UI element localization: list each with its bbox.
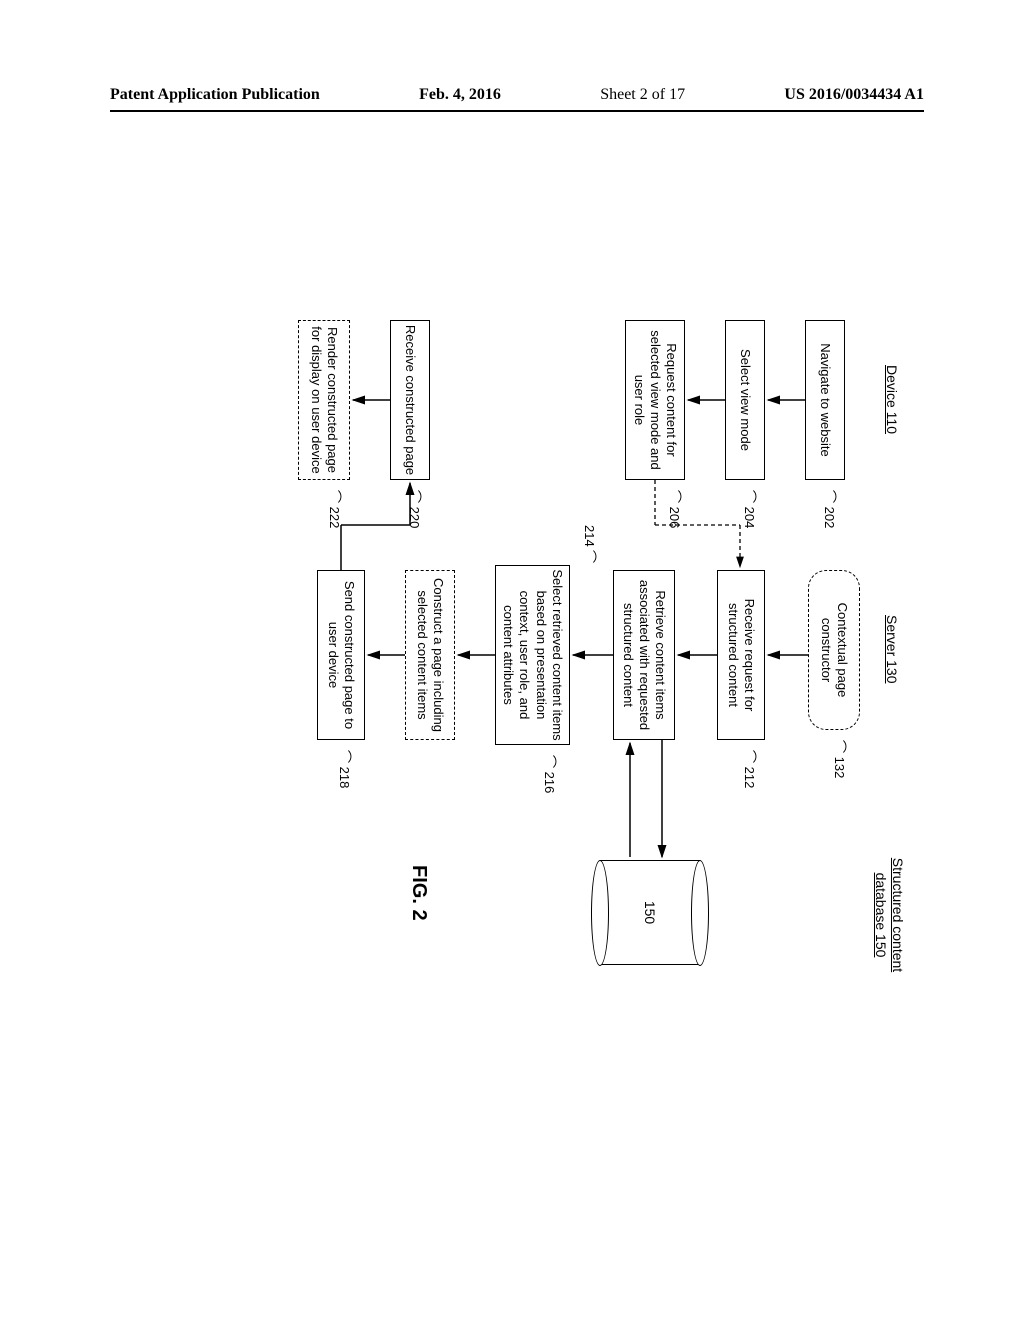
ref-214: 214 ⌒ — [581, 525, 600, 563]
lead-132: ⌒ — [832, 740, 847, 753]
contextual-page-constructor-box: Contextual page constructor — [808, 570, 860, 730]
request-content-label: Request content for selected view mode a… — [631, 324, 680, 476]
column-server-title: Server 130 — [884, 615, 900, 683]
send-page-label: Send constructed page to user device — [325, 574, 358, 736]
constructor-label: Contextual page constructor — [818, 574, 851, 726]
header-date: Feb. 4, 2016 — [419, 86, 501, 104]
receive-request-label: Receive request for structured content — [725, 574, 758, 736]
column-db-line2: database 150 — [873, 873, 889, 958]
construct-page-box: Construct a page including selected cont… — [405, 570, 455, 740]
ref-132-text: 132 — [832, 757, 847, 779]
navigate-label: Navigate to website — [817, 343, 833, 456]
retrieve-items-box: Retrieve content items associated with r… — [613, 570, 675, 740]
select-mode-box: Select view mode — [725, 320, 765, 480]
ref-222: ⌒ 222 — [326, 490, 345, 528]
ref-218: ⌒ 218 — [336, 750, 355, 788]
select-mode-label: Select view mode — [737, 349, 753, 451]
ref-202: ⌒ 202 — [821, 490, 840, 528]
receive-request-box: Receive request for structured content — [717, 570, 765, 740]
figure-diagram: Device 110 Server 130 Structured content… — [100, 300, 900, 1020]
ref-132: ⌒ 132 — [831, 740, 850, 778]
header-pubno: US 2016/0034434 A1 — [784, 86, 924, 104]
ref-212: ⌒ 212 — [741, 750, 760, 788]
column-db-line1: Structured content — [890, 858, 906, 972]
receive-page-box: Receive constructed page — [390, 320, 430, 480]
render-page-label: Render constructed page for display on u… — [308, 324, 341, 476]
retrieve-items-label: Retrieve content items associated with r… — [620, 574, 669, 736]
construct-page-label: Construct a page including selected cont… — [414, 574, 447, 736]
header-rule — [110, 110, 924, 112]
header-sheet: Sheet 2 of 17 — [600, 86, 685, 104]
database-cylinder: 150 — [600, 860, 700, 965]
ref-206: ⌒ 206 — [666, 490, 685, 528]
figure-label: FIG. 2 — [407, 865, 430, 921]
column-db-title: Structured content database 150 — [872, 845, 906, 985]
column-device-title: Device 110 — [884, 365, 900, 434]
header-left: Patent Application Publication — [110, 86, 320, 104]
select-items-label: Select retrieved content items based on … — [500, 569, 565, 741]
navigate-box: Navigate to website — [805, 320, 845, 480]
ref-220: ⌒ 220 — [406, 490, 425, 528]
receive-page-label: Receive constructed page — [402, 325, 418, 475]
ref-204: ⌒ 204 — [741, 490, 760, 528]
ref-216: ⌒ 216 — [541, 755, 560, 793]
page-header: Patent Application Publication Feb. 4, 2… — [110, 86, 924, 104]
database-label: 150 — [642, 861, 658, 964]
request-content-box: Request content for selected view mode a… — [625, 320, 685, 480]
render-page-box: Render constructed page for display on u… — [298, 320, 350, 480]
select-items-box: Select retrieved content items based on … — [495, 565, 570, 745]
send-page-box: Send constructed page to user device — [317, 570, 365, 740]
